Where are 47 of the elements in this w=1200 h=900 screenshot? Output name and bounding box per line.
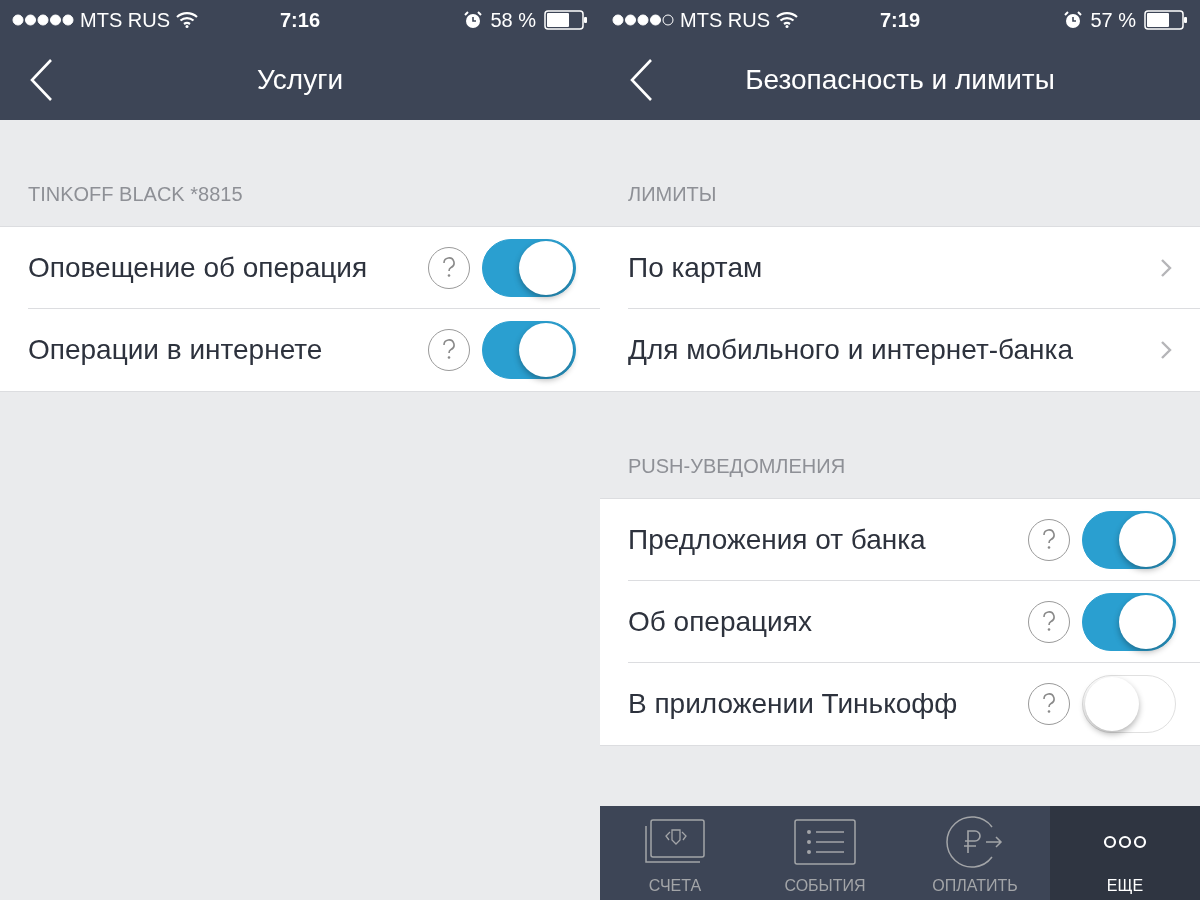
chevron-right-icon[interactable] [1160, 257, 1172, 278]
signal-icon [612, 14, 674, 26]
tab-bar-item[interactable]: СЧЕТА [600, 806, 750, 900]
setting-label: Об операциях [628, 604, 813, 639]
chevron-right-icon[interactable] [1160, 340, 1172, 360]
tab-bar-item[interactable]: СОБЫТИЯ [750, 806, 900, 900]
battery-icon [544, 10, 588, 30]
carrier-name: MTS RUS [80, 8, 170, 33]
setting-label: Операции в интернете [28, 333, 324, 367]
back-chevron-icon[interactable] [28, 58, 54, 102]
signal-icon [12, 14, 74, 26]
section-header: ЛИМИТЫ [628, 182, 718, 207]
ruble-arrow-icon [946, 815, 1004, 869]
clock-time: 7:16 [279, 8, 321, 33]
section-header: PUSH-УВЕДОМЛЕНИЯ [628, 454, 847, 479]
tab-bar-item[interactable]: ОПЛАТИТЬ [900, 806, 1050, 900]
clock-time: 7:19 [879, 8, 921, 33]
alarm-clock-icon [464, 11, 483, 29]
question-mark-icon [1042, 693, 1056, 715]
back-chevron-icon[interactable] [628, 58, 654, 102]
setting-label: Оповещение об операция [28, 250, 369, 285]
setting-label: Для мобильного и интернет-банка [628, 333, 1074, 367]
wifi-icon [176, 12, 198, 28]
question-mark-icon [1042, 528, 1056, 551]
cards-icon [644, 818, 706, 866]
section-header: TINKOFF BLACK *8815 [28, 182, 244, 207]
screen-title: Услуги [255, 63, 345, 97]
question-mark-icon [442, 339, 456, 361]
toggle-switch[interactable] [1082, 592, 1176, 651]
list-icon [794, 819, 856, 865]
carrier-name: MTS RUS [680, 8, 770, 33]
tab-bar-item[interactable]: ЕЩЕ [1050, 806, 1200, 900]
alarm-clock-icon [1064, 11, 1083, 29]
toggle-switch[interactable] [482, 238, 576, 297]
setting-label: Предложения от банка [628, 522, 927, 557]
setting-label: В приложении Тинькофф [628, 687, 959, 721]
more-dots-icon [1103, 835, 1147, 849]
screen-title: Безопасность и лимиты [744, 63, 1056, 97]
wifi-icon [776, 12, 798, 28]
toggle-switch[interactable] [1082, 510, 1176, 569]
toggle-switch[interactable] [482, 321, 576, 379]
battery-percent: 58 % [490, 8, 536, 33]
question-mark-icon [1042, 610, 1056, 633]
battery-percent: 57 % [1090, 8, 1136, 33]
question-mark-icon [442, 256, 456, 279]
setting-label: По картам [628, 250, 764, 285]
battery-icon [1144, 10, 1188, 30]
